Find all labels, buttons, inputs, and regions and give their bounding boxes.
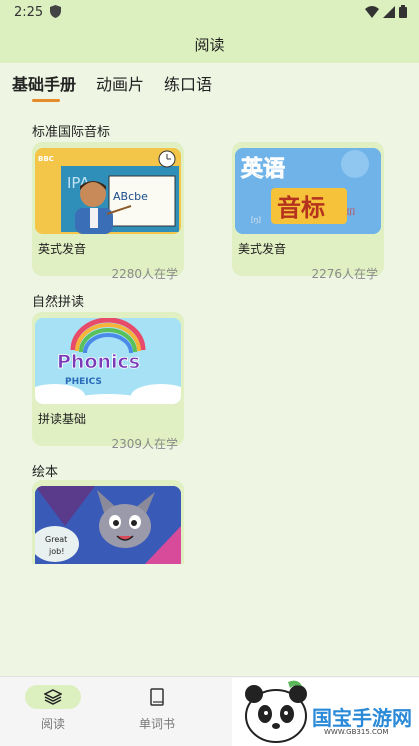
nav-pill — [129, 685, 185, 709]
nav-label: 单词书 — [138, 717, 175, 731]
teacher-illustration: IPA ABcbe BBC — [35, 148, 181, 234]
app-header: 2:25 阅读 — [0, 0, 419, 63]
course-thumbnail: Phonics PHEICS — [35, 318, 181, 404]
thumb-text-abc: ABcbe — [113, 190, 148, 203]
status-time: 2:25 — [14, 5, 44, 20]
watermark-url: WWW.GB315.COM — [324, 728, 389, 736]
cat-illustration: Great job! — [35, 486, 181, 564]
thumb-text-pheics: PHEICS — [65, 377, 102, 387]
course-thumbnail: Great job! — [35, 486, 181, 564]
learner-count: 2280人在学 — [111, 267, 178, 281]
learner-count: 2309人在学 — [111, 437, 178, 451]
course-thumbnail: IPA ABcbe BBC — [35, 148, 181, 234]
thumb-text-phonetic: 音标 — [277, 194, 325, 222]
tab-speaking[interactable]: 练口语 — [164, 69, 212, 95]
course-card-picture-book[interactable]: Great job! — [32, 480, 184, 564]
phonetic-illustration: 英语 音标 [ʃ] [ŋ] — [235, 148, 381, 234]
battery-icon — [399, 5, 407, 18]
thumb-text-phonics: Phonics — [57, 351, 140, 373]
tab-animation[interactable]: 动画片 — [96, 69, 144, 95]
learner-count: 2276人在学 — [311, 267, 378, 281]
site-watermark: 国宝手游网 WWW.GB315.COM — [232, 678, 419, 746]
nav-item-wordbook[interactable]: 单词书 — [107, 677, 207, 732]
status-icons — [365, 5, 407, 18]
book-icon — [150, 688, 164, 706]
signal-icon — [383, 5, 395, 18]
section-title-picture-books: 绘本 — [32, 465, 59, 480]
phonics-illustration: Phonics PHEICS — [35, 318, 181, 404]
thumb-text-english: 英语 — [241, 157, 285, 182]
course-title: 拼读基础 — [38, 412, 87, 426]
nav-label: 阅读 — [40, 717, 65, 731]
svg-text:[ŋ]: [ŋ] — [251, 216, 261, 224]
tab-basic-handbook[interactable]: 基础手册 — [12, 69, 76, 102]
category-tabs: 基础手册 动画片 练口语 — [0, 63, 419, 102]
course-card-british[interactable]: IPA ABcbe BBC 英式发音 2280人在学 — [32, 142, 184, 281]
section-title-phonics: 自然拼读 — [32, 295, 85, 310]
thumb-text-great: Great — [45, 535, 67, 544]
section-title-ipa: 标准国际音标 — [32, 125, 111, 140]
watermark-brand: 国宝手游网 — [312, 706, 412, 730]
course-card-phonics[interactable]: Phonics PHEICS 拼读基础 2309人在学 — [32, 312, 184, 451]
nav-pill-active — [25, 685, 81, 709]
page-title: 阅读 — [194, 36, 225, 54]
layers-icon — [44, 689, 62, 705]
shield-icon — [50, 5, 61, 18]
wifi-icon — [365, 5, 379, 18]
svg-text:[ʃ]: [ʃ] — [347, 208, 355, 216]
course-card-american[interactable]: 英语 音标 [ʃ] [ŋ] 美式发音 2276人在学 — [232, 142, 384, 281]
course-title: 美式发音 — [238, 242, 287, 256]
course-title: 英式发音 — [38, 242, 87, 256]
course-thumbnail: 英语 音标 [ʃ] [ŋ] — [235, 148, 381, 234]
nav-item-reading[interactable]: 阅读 — [3, 677, 103, 732]
thumb-text-bbc: BBC — [38, 155, 54, 163]
thumb-text-job: job! — [48, 547, 64, 556]
